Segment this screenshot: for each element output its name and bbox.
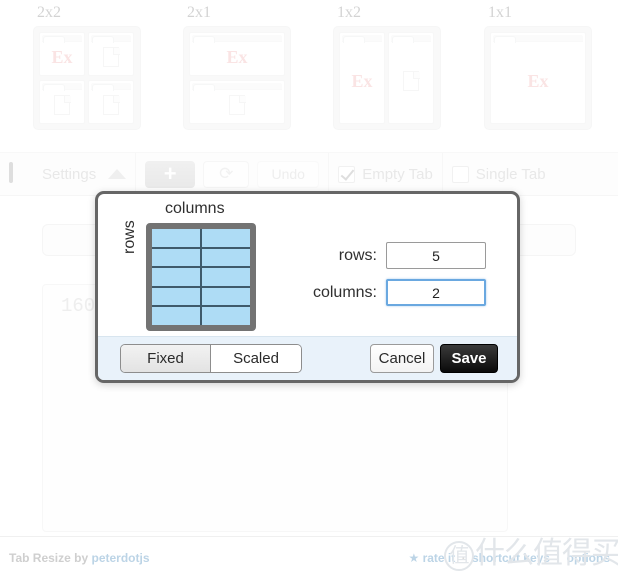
columns-input[interactable] [386,279,486,306]
refresh-icon[interactable]: ⟳ [203,160,250,188]
preset-label: 1x2 [337,4,361,21]
ex-logo: Ex [527,70,549,91]
footer-separator: · [461,551,466,565]
monitor-icon [9,162,35,184]
toolbar: Settings + ⟳ Undo Empty Tab Single Tab [0,152,618,196]
preset-2x2[interactable]: 2x2 Ex [33,4,141,130]
shortcut-keys-link[interactable]: shortcut keys [472,551,550,565]
author-link[interactable]: peterdotjs [91,551,149,565]
tab-bar [91,82,131,91]
footer: Tab Resize by peterdotjs ★ rate it · sho… [0,536,618,578]
grid-cell [152,268,200,286]
tab-bar [391,35,431,43]
document-icon [403,71,419,91]
grid-settings-dialog: columns rows rows: columns: Fixed Scaled… [95,191,520,383]
chevron-up-icon[interactable] [108,169,127,179]
document-icon [54,94,70,115]
grid-cell [152,248,200,267]
mode-fixed-button[interactable]: Fixed [121,345,211,372]
tab-bar [91,35,131,43]
footer-credit-text: Tab Resize by [9,551,92,565]
empty-tab-option[interactable]: Empty Tab [329,153,443,195]
tab-bar [192,82,282,91]
single-tab-label: Single Tab [475,165,546,183]
plus-icon: + [163,161,177,186]
preset-pane: Ex [339,32,385,124]
settings-label: Settings [42,165,97,183]
preset-2x1[interactable]: 2x1 Ex [183,4,291,130]
grid-cell [152,307,200,325]
columns-axis-label: columns [165,200,225,217]
ex-logo: Ex [51,46,73,67]
app-root: 2x2 Ex 2x1 Ex 1x2 Ex 1x1 Ex Settings + ⟳… [0,0,618,578]
rows-field-row: rows: [290,242,486,269]
tab-bar [42,82,82,91]
grid-preview[interactable] [146,223,256,331]
preset-label: 2x2 [37,4,61,21]
rate-it-link[interactable]: rate it [423,551,456,565]
preset-pane [189,79,285,124]
undo-button[interactable]: Undo [257,160,320,188]
preset-card[interactable]: Ex [333,26,441,130]
document-icon [103,94,119,115]
grid-preview-cells [152,229,250,325]
footer-links: ★ rate it · shortcut keys · options [408,551,610,565]
grid-cell [152,287,200,306]
dialog-footer: Fixed Scaled Cancel Save [98,336,517,380]
ex-logo: Ex [351,70,373,91]
columns-field-label: columns: [312,283,377,301]
dialog-actions: Cancel Save [370,344,498,373]
mode-scaled-button[interactable]: Scaled [211,345,301,372]
cancel-button[interactable]: Cancel [370,344,434,373]
grid-cell [202,307,250,325]
preset-card[interactable]: Ex [33,26,141,130]
options-link[interactable]: options [567,551,610,565]
preset-1x2[interactable]: 1x2 Ex [333,4,441,130]
preset-label: 1x1 [488,4,512,21]
preset-pane [88,79,134,124]
scaling-mode-toggle: Fixed Scaled [120,344,302,373]
single-tab-checkbox[interactable] [451,165,469,183]
grid-cell [152,229,200,247]
document-icon [229,94,245,115]
preset-1x1[interactable]: 1x1 Ex [484,4,592,130]
preset-pane: Ex [490,32,586,124]
settings-group[interactable]: Settings [0,153,137,195]
footer-credit: Tab Resize by peterdotjs [9,551,150,565]
rows-axis-label: rows [121,220,138,254]
rows-input[interactable] [386,242,486,269]
tab-bar [42,35,82,43]
preset-card[interactable]: Ex [484,26,592,130]
preset-pane: Ex [39,32,85,76]
layout-presets: 2x2 Ex 2x1 Ex 1x2 Ex 1x1 Ex [0,0,618,150]
tab-bar [192,35,282,43]
footer-separator: · [556,551,561,565]
preset-pane [39,79,85,124]
grid-cell [202,229,250,247]
grid-cell [202,287,250,306]
save-button[interactable]: Save [440,344,498,373]
star-icon: ★ [408,551,420,565]
preset-label: 2x1 [187,4,211,21]
grid-cell [202,268,250,286]
actions-group: + ⟳ Undo [136,153,330,195]
add-layout-button[interactable]: + [145,160,196,188]
grid-cell [202,248,250,267]
columns-field-row: columns: [290,279,486,306]
single-tab-option[interactable]: Single Tab [443,153,555,195]
preset-pane [388,32,434,124]
tab-bar [342,35,382,43]
preset-pane [88,32,134,76]
empty-tab-label: Empty Tab [362,165,433,183]
document-icon [103,47,119,67]
empty-tab-checkbox[interactable] [338,165,356,183]
rows-field-label: rows: [338,246,377,264]
ex-logo: Ex [226,46,248,67]
preset-card[interactable]: Ex [183,26,291,130]
dialog-body: columns rows rows: columns: [98,194,517,342]
tab-bar [493,35,583,43]
preset-pane: Ex [189,32,285,76]
